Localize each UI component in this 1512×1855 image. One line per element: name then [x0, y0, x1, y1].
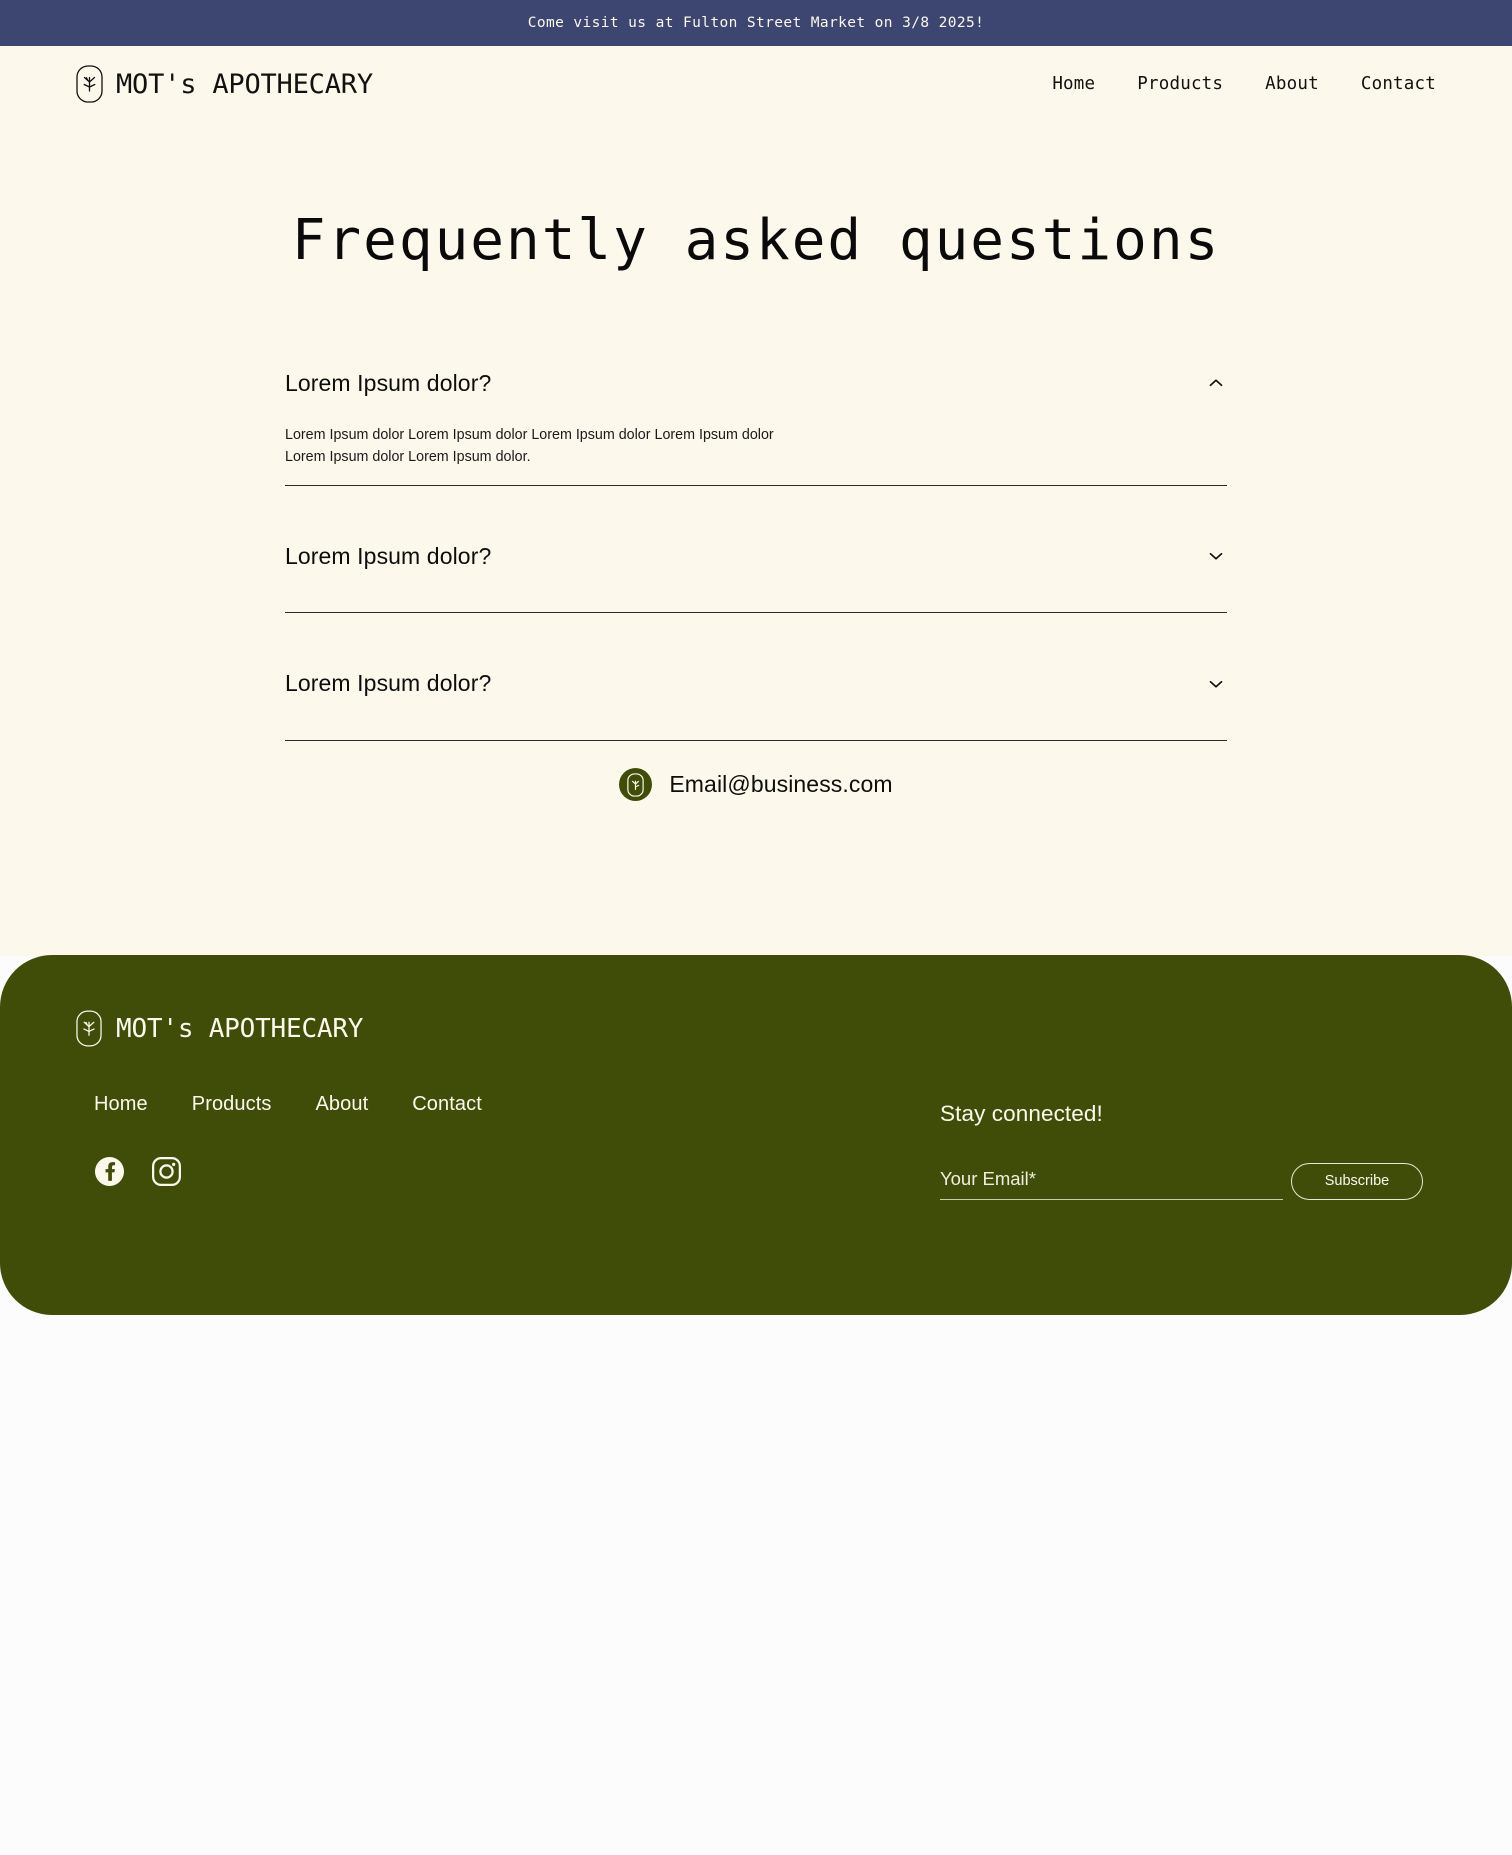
- announcement-text: Come visit us at Fulton Street Market on…: [527, 15, 985, 31]
- social-links: [76, 1156, 896, 1187]
- nav-item-home[interactable]: Home: [1052, 74, 1095, 94]
- brand-logo-link[interactable]: MOT's APOTHECARY: [76, 65, 373, 103]
- faq-toggle-1[interactable]: Lorem Ipsum dolor?: [285, 370, 1227, 398]
- faq-question-1: Lorem Ipsum dolor?: [285, 369, 492, 396]
- faq-answer-wrapper-1: Lorem Ipsum dolor Lorem Ipsum dolor Lore…: [285, 397, 1227, 484]
- chevron-down-icon[interactable]: [1205, 673, 1227, 695]
- faq-item-3: Lorem Ipsum dolor?: [285, 670, 1227, 741]
- footer-nav: Home Products About Contact: [76, 1093, 896, 1116]
- contact-email-text[interactable]: Email@business.com: [669, 771, 892, 798]
- contact-email-row[interactable]: Email@business.com: [0, 768, 1512, 801]
- faq-question-2: Lorem Ipsum dolor?: [285, 542, 492, 569]
- footer-nav-item-home[interactable]: Home: [94, 1093, 148, 1116]
- footer-brand-name: MOT's APOTHECARY: [116, 1013, 364, 1044]
- newsletter-title: Stay connected!: [940, 1101, 1103, 1126]
- footer-brand[interactable]: MOT's APOTHECARY: [76, 1010, 1436, 1047]
- footer-nav-item-products[interactable]: Products: [192, 1093, 272, 1116]
- faq-toggle-3[interactable]: Lorem Ipsum dolor?: [285, 670, 1227, 698]
- site-header: MOT's APOTHECARY Home Products About Con…: [0, 46, 1512, 122]
- facebook-icon[interactable]: [94, 1156, 125, 1187]
- email-badge: [619, 768, 653, 801]
- footer-left-column: Home Products About Contact: [76, 1093, 896, 1187]
- page-root: Come visit us at Fulton Street Market on…: [0, 0, 1512, 1855]
- faq-divider-3: [285, 739, 1227, 741]
- faq-item-2: Lorem Ipsum dolor?: [285, 543, 1227, 614]
- sprig-in-capsule-icon: [627, 772, 645, 797]
- nav-item-products[interactable]: Products: [1137, 74, 1223, 94]
- faq-section: Frequently asked questions Lorem Ipsum d…: [0, 210, 1512, 741]
- sprig-in-capsule-icon: [76, 1010, 102, 1047]
- announcement-bar: Come visit us at Fulton Street Market on…: [0, 0, 1512, 46]
- subscribe-button[interactable]: Subscribe: [1291, 1163, 1423, 1200]
- faq-accordion: Lorem Ipsum dolor? Lorem Ipsum dolor Lor…: [285, 370, 1227, 741]
- faq-question-3: Lorem Ipsum dolor?: [285, 670, 492, 697]
- faq-item-1: Lorem Ipsum dolor? Lorem Ipsum dolor Lor…: [285, 370, 1227, 486]
- subscribe-row: Subscribe: [940, 1163, 1436, 1200]
- chevron-up-icon[interactable]: [1205, 372, 1227, 394]
- footer-nav-item-about[interactable]: About: [315, 1093, 368, 1116]
- main-nav: Home Products About Contact: [1052, 74, 1436, 94]
- nav-item-about[interactable]: About: [1265, 74, 1319, 94]
- sprig-in-capsule-icon: [76, 65, 103, 103]
- instagram-icon[interactable]: [151, 1156, 182, 1187]
- footer-columns: Home Products About Contact Stay connect…: [76, 1093, 1436, 1200]
- footer-nav-item-contact[interactable]: Contact: [412, 1093, 482, 1116]
- faq-toggle-2[interactable]: Lorem Ipsum dolor?: [285, 543, 1227, 571]
- brand-name: MOT's APOTHECARY: [116, 68, 373, 100]
- page-title: Frequently asked questions: [291, 208, 1221, 273]
- faq-answer-1: Lorem Ipsum dolor Lorem Ipsum dolor Lore…: [285, 427, 774, 465]
- site-footer: MOT's APOTHECARY Home Products About Con…: [0, 955, 1512, 1315]
- chevron-down-icon[interactable]: [1205, 545, 1227, 567]
- newsletter-section: Stay connected! Subscribe: [896, 1093, 1436, 1200]
- nav-item-contact[interactable]: Contact: [1361, 74, 1436, 94]
- newsletter-email-input[interactable]: [940, 1168, 1283, 1200]
